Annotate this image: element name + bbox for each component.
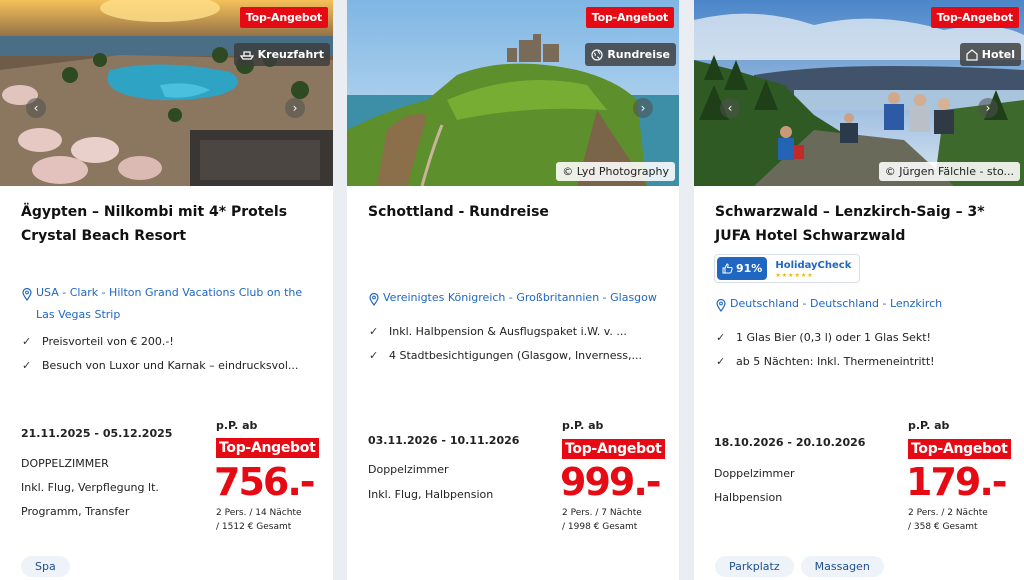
room-type: Doppelzimmer (368, 463, 449, 476)
rating-score-value: 91% (736, 262, 763, 275)
offer-image[interactable]: Top-Angebot Hotel ‹ › © Jürgen Fälchle -… (694, 0, 1024, 186)
offer-title[interactable]: Ägypten – Nilkombi mit 4* Protels Crysta… (21, 200, 319, 248)
thumbs-up-icon (722, 263, 733, 274)
price[interactable]: 756.- (214, 462, 316, 502)
check-icon: ✓ (716, 355, 726, 368)
stars-icon: ★★★★★★ (775, 272, 814, 279)
top-offer-badge: Top-Angebot (930, 7, 1019, 28)
offer-location[interactable]: Vereinigtes Königreich - Großbritannien … (369, 287, 665, 314)
check-icon: ✓ (22, 335, 32, 348)
board-info: Inkl. Flug, Halbpension (368, 488, 494, 501)
feature-item: ✓ 1 Glas Bier (0,3 l) oder 1 Glas Sekt! (716, 331, 1010, 344)
feature-text: Besuch von Luxor und Karnak – eindrucksv… (42, 359, 299, 372)
globe-icon (591, 48, 603, 61)
image-prev-button[interactable]: ‹ (720, 98, 740, 118)
offer-card-egypt[interactable]: Top-Angebot Kreuzfahrt ‹ › Ägypten – Nil… (0, 0, 333, 580)
top-offer-price-badge: Top-Angebot (562, 439, 665, 459)
offer-card-scotland[interactable]: Top-Angebot Rundreise › © Lyd Photograph… (347, 0, 679, 580)
trip-type-label: Rundreise (607, 48, 670, 61)
check-icon: ✓ (22, 359, 32, 372)
feature-text: 1 Glas Bier (0,3 l) oder 1 Glas Sekt! (736, 331, 931, 344)
feature-item: ✓ Inkl. Halbpension & Ausflugspaket i.W.… (369, 325, 665, 338)
offer-location[interactable]: Deutschland - Deutschland - Lenzkirch (716, 293, 1010, 320)
price[interactable]: 179.- (906, 462, 1008, 502)
location-text[interactable]: Deutschland - Deutschland - Lenzkirch (730, 293, 942, 320)
tag-massagen[interactable]: Massagen (800, 556, 884, 577)
feature-text: Inkl. Halbpension & Ausflugspaket i.W. v… (389, 325, 627, 338)
holidaycheck-rating[interactable]: 91% HolidayCheck ★★★★★★ (714, 254, 861, 283)
image-credit: © Lyd Photography (556, 162, 675, 181)
check-icon: ✓ (369, 325, 379, 338)
location-text[interactable]: USA - Clark - Hilton Grand Vacations Clu… (36, 282, 319, 326)
total-price: / 358 € Gesamt (908, 522, 978, 532)
location-pin-icon (369, 292, 379, 307)
image-next-button[interactable]: › (633, 98, 653, 118)
check-icon: ✓ (716, 331, 726, 344)
location-pin-icon (716, 298, 726, 313)
image-credit: © Jürgen Fälchle - sto... (878, 162, 1020, 181)
offer-image[interactable]: Top-Angebot Rundreise › © Lyd Photograph… (347, 0, 679, 186)
location-pin-icon (22, 287, 32, 302)
per-person-label: p.P. ab (562, 419, 604, 432)
trip-type-badge: Hotel (959, 43, 1021, 66)
tag-parkplatz[interactable]: Parkplatz (715, 556, 794, 577)
feature-item: ✓ ab 5 Nächten: Inkl. Thermeneintritt! (716, 355, 1010, 368)
total-price: / 1998 € Gesamt (562, 522, 638, 532)
board-info-continued: Programm, Transfer (21, 505, 130, 518)
feature-text: ab 5 Nächten: Inkl. Thermeneintritt! (736, 355, 935, 368)
holidaycheck-label: HolidayCheck (775, 260, 852, 271)
total-price: / 1512 € Gesamt (216, 522, 292, 532)
room-type: DOPPELZIMMER (21, 457, 109, 470)
board-info: Inkl. Flug, Verpflegung lt. (21, 481, 159, 494)
top-offer-badge: Top-Angebot (239, 7, 328, 28)
offer-image[interactable]: Top-Angebot Kreuzfahrt ‹ › (0, 0, 333, 186)
ship-icon (239, 50, 254, 60)
offer-title[interactable]: Schwarzwald – Lenzkirch-Saig – 3* JUFA H… (715, 200, 1010, 248)
amenity-tags: Spa (21, 556, 70, 577)
feature-text: 4 Stadtbesichtigungen (Glasgow, Invernes… (389, 349, 642, 362)
travel-dates: 03.11.2026 - 10.11.2026 (368, 434, 520, 447)
check-icon: ✓ (369, 349, 379, 362)
trip-type-badge: Rundreise (585, 43, 676, 66)
trip-type-label: Hotel (981, 48, 1015, 61)
persons-nights: 2 Pers. / 14 Nächte (216, 508, 302, 518)
hotel-icon (966, 48, 978, 61)
board-info: Halbpension (714, 491, 783, 504)
feature-item: ✓ Preisvorteil von € 200.-! (22, 335, 319, 348)
feature-item: ✓ 4 Stadtbesichtigungen (Glasgow, Invern… (369, 349, 665, 362)
offer-location[interactable]: USA - Clark - Hilton Grand Vacations Clu… (22, 282, 319, 326)
image-next-button[interactable]: › (978, 98, 998, 118)
image-next-button[interactable]: › (285, 98, 305, 118)
room-type: Doppelzimmer (714, 467, 795, 480)
per-person-label: p.P. ab (216, 419, 258, 432)
rating-score: 91% (717, 257, 768, 280)
travel-dates: 18.10.2026 - 20.10.2026 (714, 436, 866, 449)
per-person-label: p.P. ab (908, 419, 950, 432)
price[interactable]: 999.- (560, 462, 662, 502)
top-offer-price-badge: Top-Angebot (908, 439, 1011, 459)
holidaycheck-logo: HolidayCheck ★★★★★★ (775, 260, 852, 279)
persons-nights: 2 Pers. / 2 Nächte (908, 508, 988, 518)
trip-type-badge: Kreuzfahrt (233, 43, 330, 66)
travel-dates: 21.11.2025 - 05.12.2025 (21, 427, 173, 440)
amenity-tags: Parkplatz Massagen (715, 556, 884, 577)
offer-card-black-forest[interactable]: Top-Angebot Hotel ‹ › © Jürgen Fälchle -… (694, 0, 1024, 580)
trip-type-label: Kreuzfahrt (257, 48, 324, 61)
image-prev-button[interactable]: ‹ (26, 98, 46, 118)
persons-nights: 2 Pers. / 7 Nächte (562, 508, 642, 518)
feature-text: Preisvorteil von € 200.-! (42, 335, 174, 348)
top-offer-badge: Top-Angebot (585, 7, 674, 28)
offer-title[interactable]: Schottland - Rundreise (368, 200, 665, 224)
feature-item: ✓ Besuch von Luxor und Karnak – eindruck… (22, 359, 319, 372)
tag-spa[interactable]: Spa (21, 556, 70, 577)
top-offer-price-badge: Top-Angebot (216, 438, 319, 458)
location-text[interactable]: Vereinigtes Königreich - Großbritannien … (383, 287, 657, 314)
